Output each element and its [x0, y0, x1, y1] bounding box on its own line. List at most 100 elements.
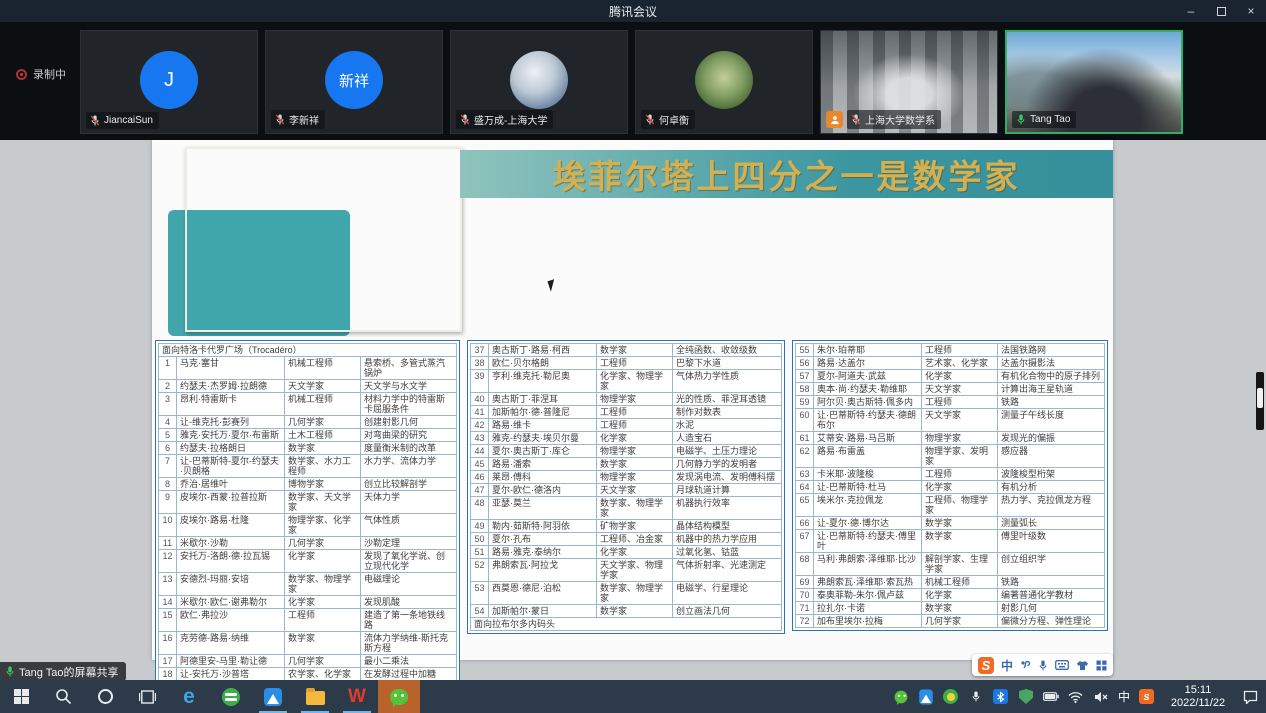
scrollbar-thumb[interactable] — [1257, 388, 1263, 408]
defender-icon[interactable] — [1018, 689, 1034, 705]
recording-indicator: 录制中 — [16, 66, 66, 82]
tile-footer: 李新祥 — [271, 110, 325, 129]
cell-contrib: 水泥 — [673, 419, 782, 432]
wechat-icon — [390, 689, 408, 705]
table-row: 10皮埃尔·路易·杜隆物理学家、化学家气体性质 — [159, 514, 457, 537]
cell-contrib: 计算出海王星轨道 — [998, 383, 1105, 396]
task-view-button[interactable] — [126, 680, 168, 713]
volume-muted-icon[interactable] — [1093, 689, 1109, 705]
table-row: 49勒内·茹斯特·阿羽依矿物学家晶体结构模型 — [471, 520, 782, 533]
cell-num: 54 — [471, 605, 489, 618]
cell-contrib: 创立比较解剖学 — [361, 478, 457, 491]
participant-tiles: J JiancaiSun 新祥李新祥盛万成-上海大学何卓衡上海大学数学系 Tang T… — [80, 30, 1183, 134]
cell-contrib: 几何静力学的发明者 — [673, 458, 782, 471]
table-row: 65埃米尔·克拉佩龙工程师、物理学家热力学、克拉佩龙方程 — [796, 494, 1105, 517]
minimize-button[interactable]: – — [1176, 0, 1206, 22]
participant-tile[interactable]: 新祥李新祥 — [265, 30, 443, 134]
bluetooth-icon[interactable] — [993, 689, 1009, 705]
cell-name: 泰奥菲勒-朱尔·佩卢兹 — [814, 589, 922, 602]
cell-name: 朱尔·珀蒂耶 — [814, 344, 922, 357]
windows-logo-icon — [14, 689, 29, 704]
cell-contrib: 创立画法几何 — [673, 605, 782, 618]
scrollbar[interactable] — [1256, 372, 1264, 430]
table-row: 61艾蒂安·路易·马吕斯物理学家发现光的偏振 — [796, 432, 1105, 445]
input-language-indicator[interactable]: 中 — [1118, 688, 1130, 705]
cell-name: 雅克·安托万·夏尔·布雷斯 — [177, 429, 285, 442]
cell-name: 奥本·尚·约瑟夫·勒维耶 — [814, 383, 922, 396]
table-row: 15欧仁·弗拉沙工程师建造了第一条地铁线路 — [159, 609, 457, 632]
participant-tile[interactable]: 盛万成-上海大学 — [450, 30, 628, 134]
cell-num: 67 — [796, 530, 814, 553]
search-button[interactable] — [42, 680, 84, 713]
participant-name-label: JiancaiSun — [86, 112, 159, 129]
avatar: J — [140, 51, 198, 109]
taskbar-clock[interactable]: 15:11 2022/11/22 — [1163, 684, 1233, 710]
table-row: 1马克·塞甘机械工程师悬索桥、多管式蒸汽锅炉 — [159, 357, 457, 380]
cell-name: 让·巴蒂斯特·约瑟夫·德朗布尔 — [814, 409, 922, 432]
participant-tile[interactable]: 上海大学数学系 — [820, 30, 998, 134]
notification-center-icon[interactable] — [1242, 689, 1258, 705]
table-row: 71拉扎尔·卡诺数学家射影几何 — [796, 602, 1105, 615]
table-row: 68马利·弗朗索·泽维耶·比沙解剖学家、生理学家创立组织学 — [796, 553, 1105, 576]
cell-num: 48 — [471, 497, 489, 520]
cell-prof: 农学家、化学家 — [285, 668, 361, 681]
table-row: 70泰奥菲勒-朱尔·佩卢兹化学家编著普通化学教材 — [796, 589, 1105, 602]
cell-prof: 矿物学家 — [597, 520, 673, 533]
taskbar-wps[interactable]: W — [336, 680, 378, 713]
taskbar-green-browser[interactable] — [210, 680, 252, 713]
cell-name: 让-巴蒂斯特-夏尔-约瑟夫·贝朗格 — [177, 455, 285, 478]
cell-name: 让-夏尔·德·博尔达 — [814, 517, 922, 530]
table-row: 62路易·布雷盖物理学家、发明家感应器 — [796, 445, 1105, 468]
cell-name: 加布里埃尔·拉梅 — [814, 615, 922, 628]
battery-icon[interactable] — [1043, 689, 1059, 705]
shared-screen: 埃菲尔塔上四分之一是数学家 面向特洛卡代罗广场（Trocadéro）1马克·塞甘… — [0, 140, 1266, 680]
tray-coin-icon[interactable] — [943, 689, 959, 705]
chinese-mode-icon[interactable]: 中 — [1001, 657, 1013, 674]
restore-button[interactable] — [1206, 0, 1236, 22]
table-row: 9皮埃尔-西蒙·拉普拉斯数学家、天文学家天体力学 — [159, 491, 457, 514]
taskbar-wechat[interactable] — [378, 680, 420, 713]
cortana-button[interactable] — [84, 680, 126, 713]
taskbar-file-explorer[interactable] — [294, 680, 336, 713]
table-row: 14米歇尔·欧仁·谢弗勒尔化学家发现肌酸 — [159, 596, 457, 609]
table-row: 40奥古斯丁·菲涅耳物理学家光的性质、菲涅耳透镜 — [471, 393, 782, 406]
start-button[interactable] — [0, 680, 42, 713]
tray-microphone-icon[interactable] — [968, 689, 984, 705]
mic-muted-icon — [460, 113, 470, 126]
participant-tile[interactable]: Tang Tao — [1005, 30, 1183, 134]
close-button[interactable]: × — [1236, 0, 1266, 22]
participant-tile[interactable]: J JiancaiSun — [80, 30, 258, 134]
cell-prof: 天文学家 — [597, 484, 673, 497]
table-row: 38欧仁·贝尔格朗工程师巴黎下水道 — [471, 357, 782, 370]
cell-num: 70 — [796, 589, 814, 602]
tray-sogou-icon[interactable]: s — [1139, 689, 1154, 704]
taskbar-edge[interactable]: e — [168, 680, 210, 713]
cell-prof: 工程师 — [922, 344, 998, 357]
cell-prof: 数学家 — [922, 602, 998, 615]
cell-num: 62 — [796, 445, 814, 468]
cell-name: 克劳德-路易·纳维 — [177, 632, 285, 655]
wifi-icon[interactable] — [1068, 689, 1084, 705]
participant-tile[interactable]: 何卓衡 — [635, 30, 813, 134]
cell-num: 14 — [159, 596, 177, 609]
taskbar-tencent-meeting[interactable] — [252, 680, 294, 713]
cell-name: 让-维克托·彭赛列 — [177, 416, 285, 429]
table-row: 48亚瑟·莫兰数学家、物理学家机器执行效率 — [471, 497, 782, 520]
tray-wechat-icon[interactable] — [893, 689, 909, 705]
mic-muted-icon — [275, 113, 285, 126]
keyboard-icon[interactable] — [1055, 660, 1069, 670]
tray-meeting-icon[interactable] — [918, 689, 934, 705]
mouse-cursor — [547, 279, 557, 292]
sogou-logo-icon[interactable]: S — [978, 657, 994, 674]
punctuation-icon[interactable] — [1020, 660, 1031, 671]
voice-input-icon[interactable] — [1038, 659, 1048, 672]
cell-prof: 数学家 — [597, 458, 673, 471]
toolbox-icon[interactable] — [1096, 660, 1107, 671]
participant-name: Tang Tao — [1030, 114, 1070, 125]
screen-share-label: Tang Tao的屏幕共享 — [19, 664, 118, 680]
skin-icon[interactable] — [1076, 660, 1089, 671]
cell-contrib: 天文学与水文学 — [361, 380, 457, 393]
cell-num: 52 — [471, 559, 489, 582]
cell-num: 45 — [471, 458, 489, 471]
cell-contrib: 编著普通化学教材 — [998, 589, 1105, 602]
